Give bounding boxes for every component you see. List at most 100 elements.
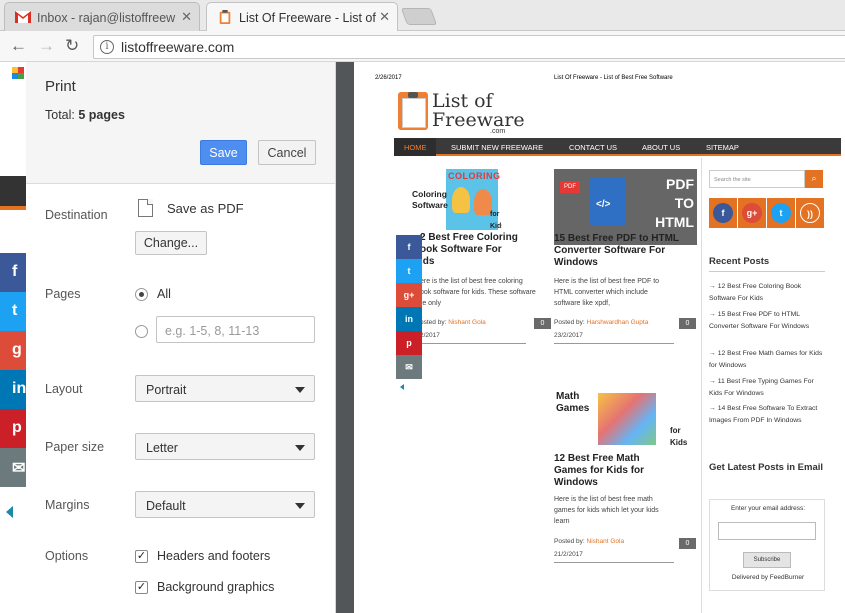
email-input[interactable] — [718, 522, 816, 540]
headers-footers-checkbox[interactable]: ✓ — [135, 550, 148, 563]
social-follow-row: f g+ t )) — [709, 198, 825, 228]
save-button[interactable]: Save — [200, 140, 247, 165]
nav-contact[interactable]: CONTACT US — [569, 143, 617, 152]
feedburner-credit: Delivered by FeedBurner — [731, 574, 805, 581]
comment-count[interactable]: 0 — [534, 318, 551, 329]
twitter-follow-icon[interactable]: t — [767, 198, 795, 228]
post-author[interactable]: Nishant Gola — [587, 538, 625, 545]
change-destination-button[interactable]: Change... — [135, 231, 207, 255]
nav-home[interactable]: HOME — [404, 143, 427, 152]
email-icon[interactable]: ✉ — [0, 448, 26, 487]
paper-size-select[interactable]: Letter — [135, 433, 315, 460]
reload-icon[interactable]: ↻ — [65, 37, 79, 55]
background-nav-bar — [0, 176, 26, 206]
print-preview[interactable]: 2/26/2017 List Of Freeware - List of Bes… — [336, 62, 845, 613]
pages-range-input[interactable]: e.g. 1-5, 8, 11-13 — [156, 316, 315, 343]
print-title: Print — [45, 78, 76, 95]
logo-text-line2: Freeware — [432, 109, 525, 131]
linkedin-share-icon[interactable]: in — [396, 307, 422, 331]
background-graphics-checkbox[interactable]: ✓ — [135, 581, 148, 594]
recent-post-link[interactable]: → 14 Best Free Software To Extract Image… — [709, 403, 825, 427]
thumb-for: for Kids — [670, 426, 688, 447]
info-icon[interactable]: i — [100, 40, 114, 54]
post-title[interactable]: 15 Best Free PDF to HTML Converter Softw… — [554, 233, 689, 269]
facebook-icon[interactable]: f — [0, 253, 26, 292]
options-label: Options — [45, 549, 89, 563]
headers-footers-label: Headers and footers — [157, 549, 271, 563]
site-search-input[interactable]: Search the site — [709, 170, 805, 188]
post-date: 21/2/2017 — [554, 551, 583, 558]
background-page: f t g in p ✉ — [0, 62, 26, 613]
destination-label: Destination — [45, 208, 108, 222]
gmail-icon — [15, 11, 31, 23]
post-excerpt: ere is the list of best free coloring oo… — [420, 278, 536, 307]
tab-gmail[interactable]: Inbox - rajan@listoffreew ✕ — [4, 2, 200, 31]
thumb-text: Math Games — [556, 391, 590, 414]
google-plus-share-icon[interactable]: g+ — [396, 283, 422, 307]
code-icon: </> — [596, 199, 611, 210]
recent-post-link[interactable]: → 12 Best Free Math Games for Kids for W… — [709, 348, 825, 372]
column-divider — [701, 158, 702, 613]
nav-sitemap[interactable]: SITEMAP — [706, 143, 739, 152]
posted-by-label: Posted by: — [554, 538, 585, 545]
margins-label: Margins — [45, 498, 90, 512]
url-text: listoffreeware.com — [121, 39, 235, 55]
email-share-icon[interactable]: ✉ — [396, 355, 422, 379]
post-title[interactable]: 2 Best Free Coloring ook Software For id… — [420, 232, 550, 268]
close-tab-icon[interactable]: ✕ — [181, 9, 192, 25]
cancel-button[interactable]: Cancel — [258, 140, 316, 165]
post-author[interactable]: Nishant Gola — [448, 319, 486, 326]
pinterest-share-icon[interactable]: p — [396, 331, 422, 355]
nav-submit[interactable]: SUBMIT NEW FREEWARE — [451, 143, 543, 152]
rss-follow-icon[interactable]: )) — [796, 198, 824, 228]
tab-listoffreeware[interactable]: List Of Freeware - List of ✕ — [206, 2, 398, 32]
search-icon[interactable]: ⌕ — [805, 170, 823, 188]
post-thumbnail-coloring[interactable]: COLORING Coloring Software for Kids — [410, 169, 502, 230]
share-collapse-icon[interactable] — [400, 384, 404, 390]
close-tab-icon[interactable]: ✕ — [379, 9, 390, 25]
total-pages: Total: 5 pages — [45, 108, 125, 122]
page-header-date: 2/26/2017 — [375, 75, 402, 81]
facebook-share-icon[interactable]: f — [396, 235, 422, 259]
margins-select[interactable]: Default — [135, 491, 315, 518]
recent-post-link[interactable]: → 15 Best Free PDF to HTML Converter Sof… — [709, 309, 825, 333]
comment-count[interactable]: 0 — [679, 538, 696, 549]
comment-count[interactable]: 0 — [679, 318, 696, 329]
facebook-follow-icon[interactable]: f — [709, 198, 737, 228]
subscribe-button[interactable]: Subscribe — [743, 552, 791, 568]
new-tab-button[interactable] — [400, 8, 438, 25]
post-author[interactable]: Harshwardhan Gupta — [587, 319, 649, 326]
pages-all-radio[interactable] — [135, 288, 148, 301]
pinterest-icon[interactable]: p — [0, 409, 26, 448]
twitter-icon[interactable]: t — [0, 292, 26, 331]
total-label: Total: — [45, 108, 75, 122]
linkedin-icon[interactable]: in — [0, 370, 26, 409]
post-divider — [554, 343, 674, 344]
google-plus-follow-icon[interactable]: g+ — [738, 198, 766, 228]
recent-posts-heading: Recent Posts — [709, 256, 770, 267]
post-thumbnail-math[interactable]: Math Games for Kids — [554, 389, 692, 451]
thumb-banner: COLORING — [448, 171, 501, 181]
apps-icon[interactable] — [12, 67, 24, 79]
google-plus-icon[interactable]: g — [0, 331, 26, 370]
clipboard-logo-icon — [398, 92, 428, 130]
layout-select[interactable]: Portrait — [135, 375, 315, 402]
pages-all-label: All — [157, 287, 171, 301]
recent-post-link[interactable]: → 12 Best Free Coloring Book Software Fo… — [709, 281, 825, 305]
recent-post-link[interactable]: → 11 Best Free Typing Games For Kids For… — [709, 376, 825, 400]
total-value: 5 pages — [78, 108, 125, 122]
browser-toolbar: ← → ↻ i listoffreeware.com — [0, 31, 845, 62]
page-header-title: List Of Freeware - List of Best Free Sof… — [554, 75, 673, 81]
posted-by-label: Posted by: — [554, 319, 585, 326]
twitter-share-icon[interactable]: t — [396, 259, 422, 283]
pages-custom-radio[interactable] — [135, 325, 148, 338]
email-subscribe-box: Enter your email address: Subscribe Deli… — [709, 499, 825, 591]
forward-icon[interactable]: → — [38, 37, 55, 55]
back-icon[interactable]: ← — [10, 37, 27, 55]
address-bar[interactable]: i listoffreeware.com — [93, 35, 845, 59]
collapse-arrow-icon[interactable] — [6, 506, 13, 518]
nav-about[interactable]: ABOUT US — [642, 143, 680, 152]
layout-label: Layout — [45, 382, 83, 396]
post-title[interactable]: 12 Best Free Math Games for Kids for Win… — [554, 453, 674, 489]
post-meta: Posted by: Nishant Gola — [554, 538, 624, 545]
